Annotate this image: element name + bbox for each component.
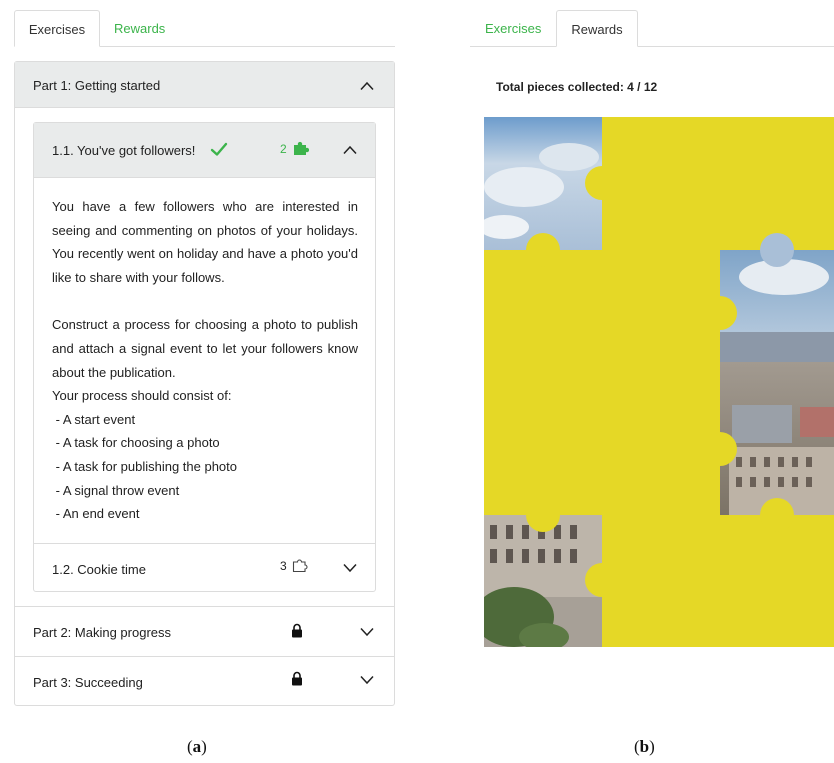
- requirement-item: - A signal throw event: [52, 482, 180, 498]
- rewards-panel: Exercises Rewards Total pieces collected…: [470, 10, 834, 647]
- part-title: Part 1: Getting started: [33, 78, 161, 93]
- caption-letter: a: [192, 737, 202, 756]
- exercise-title: 1.2. Cookie time: [52, 562, 146, 577]
- requirement-item: - A task for publishing the photo: [52, 458, 238, 474]
- reward-puzzle-image: [484, 117, 834, 647]
- chevron-down-icon[interactable]: [359, 675, 375, 685]
- exercise-title: 1.1. You've got followers!: [52, 143, 196, 158]
- lock-icon: [292, 671, 302, 686]
- chevron-up-icon[interactable]: [359, 81, 375, 91]
- exercise-description: You have a few followers who are interes…: [52, 195, 358, 526]
- caption-a: (a): [187, 737, 207, 757]
- puzzle-piece-outline-icon: [292, 559, 308, 573]
- part-3-header[interactable]: Part 3: Succeeding: [15, 656, 394, 705]
- exercises-panel: Exercises Rewards Part 1: Getting starte…: [14, 10, 395, 706]
- caption-b: (b): [634, 737, 655, 757]
- caption-paren: ): [649, 737, 655, 756]
- requirements-intro: Your process should consist of:: [52, 388, 232, 404]
- tab-exercises[interactable]: Exercises: [14, 10, 100, 47]
- parts-accordion: Part 1: Getting started 1.1. You've got …: [14, 61, 395, 706]
- part-title: Part 2: Making progress: [33, 625, 172, 640]
- chevron-up-icon[interactable]: [342, 145, 358, 155]
- total-pieces-label: Total pieces collected: 4 / 12: [496, 80, 658, 94]
- requirement-item: - An end event: [52, 506, 140, 522]
- check-icon: [210, 142, 228, 156]
- photo-tab: [760, 233, 794, 267]
- pieces-count: 2: [280, 142, 287, 156]
- exercise-card: 1.1. You've got followers! 2 You have a …: [33, 122, 376, 592]
- pieces-count: 3: [280, 559, 287, 573]
- exercise-header[interactable]: 1.1. You've got followers! 2: [34, 123, 375, 178]
- part-2-header[interactable]: Part 2: Making progress: [15, 606, 394, 656]
- requirement-item: - A task for choosing a photo: [52, 435, 220, 451]
- part-title: Part 3: Succeeding: [33, 675, 143, 690]
- tab-exercises[interactable]: Exercises: [485, 10, 541, 47]
- tab-bar: Exercises Rewards: [470, 10, 834, 47]
- caption-letter: b: [639, 737, 650, 756]
- caption-paren: ): [201, 737, 207, 756]
- requirement-item: - A start event: [52, 411, 136, 427]
- chevron-down-icon[interactable]: [342, 563, 358, 573]
- exercise-row-cookie-time[interactable]: 1.2. Cookie time 3: [34, 543, 375, 591]
- description-paragraph: Construct a process for choosing a photo…: [52, 317, 358, 380]
- lock-icon: [292, 623, 302, 638]
- tab-rewards[interactable]: Rewards: [114, 10, 165, 47]
- tab-rewards[interactable]: Rewards: [556, 10, 638, 47]
- chevron-down-icon[interactable]: [359, 627, 375, 637]
- tab-bar: Exercises Rewards: [14, 10, 395, 47]
- puzzle-piece-filled-icon: [294, 141, 309, 155]
- description-paragraph: You have a few followers who are interes…: [52, 199, 358, 285]
- part-1-header[interactable]: Part 1: Getting started: [15, 62, 394, 108]
